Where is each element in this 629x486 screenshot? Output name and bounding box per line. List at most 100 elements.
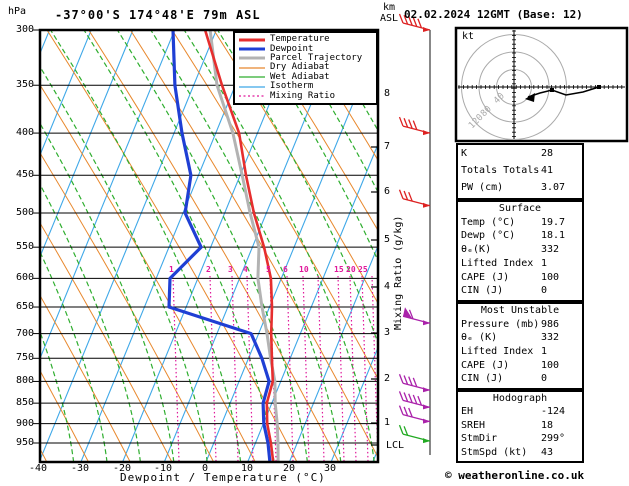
legend-item: Mixing Ratio xyxy=(239,91,373,100)
pressure-tick-label: 400 xyxy=(15,127,34,138)
stats-row-value: 28 xyxy=(541,148,554,159)
mixing-ratio-value-label: 6 xyxy=(283,265,288,274)
stats-row-label: CIN (J) xyxy=(461,285,504,297)
km-tick-label: 3 xyxy=(384,327,391,338)
legend-swatch xyxy=(239,86,265,88)
pressure-tick-label: 300 xyxy=(15,24,34,35)
pressure-tick-label: 650 xyxy=(15,301,34,312)
stats-row-value: 100 xyxy=(541,359,560,371)
stats-row-value: 19.7 xyxy=(541,216,566,228)
dry-adiabat-line xyxy=(41,85,256,461)
temp-tick-label: -10 xyxy=(153,463,173,474)
stats-row-value: 18 xyxy=(541,419,554,431)
mixing-ratio-value-label: 5 xyxy=(266,265,271,274)
wind-barb xyxy=(402,307,431,326)
mixing-ratio-value-label: 15 xyxy=(334,265,344,274)
legend-box: Temperature Dewpoint Parcel Trajectory Dry … xyxy=(233,31,378,105)
stats-box-hodograph: Hodograph EH -124 SREH 18 StmDir 299° StmSpd (k… xyxy=(456,390,584,463)
mixing-ratio-axis-label: Mixing Ratio (g/kg) xyxy=(393,215,404,330)
stats-row-label: StmDir xyxy=(461,433,498,445)
stats-row: CAPE (J) 100 xyxy=(461,271,579,285)
stats-row-label: PW (cm) xyxy=(461,182,504,193)
stats-row-label: θₑ (K) xyxy=(461,332,498,344)
legend-swatch xyxy=(239,56,265,60)
stats-row-label: Pressure (mb) xyxy=(461,318,540,330)
station-title: -37°00'S 174°48'E 79m ASL xyxy=(55,8,261,22)
mixing-ratio-value-label: 1 xyxy=(169,265,174,274)
wind-barb xyxy=(398,189,431,208)
stats-row-value: 0 xyxy=(541,373,548,385)
mixing-ratio-line xyxy=(317,275,325,461)
stats-row-value: 43 xyxy=(541,446,554,458)
legend-swatch xyxy=(239,38,265,42)
wind-barb xyxy=(398,424,431,444)
stats-row-label: Lifted Index xyxy=(461,257,534,269)
legend-item: Temperature xyxy=(239,35,373,44)
legend-label: Mixing Ratio xyxy=(270,90,336,101)
stats-row-value: 1 xyxy=(541,346,548,358)
pressure-tick-label: 850 xyxy=(15,397,34,408)
stats-row-label: Dewp (°C) xyxy=(461,230,516,242)
temp-tick-label: 0 xyxy=(201,463,209,474)
stats-box-surface: Surface Temp (°C) 19.7 Dewp (°C) 18.1 θₑ(K) 33… xyxy=(456,200,584,302)
temp-tick-label: -30 xyxy=(70,463,90,474)
stats-row-label: Totals Totals xyxy=(461,165,540,176)
stats-row: K 28 xyxy=(461,145,579,162)
stats-row-label: CAPE (J) xyxy=(461,271,510,283)
datetime-label: 02.02.2024 12GMT (Base: 12) xyxy=(404,8,583,21)
km-tick-label: 4 xyxy=(384,281,391,292)
stats-group-header: Hodograph xyxy=(492,393,548,404)
stats-row-value: 299° xyxy=(541,433,566,445)
hodograph-unit-label: kt xyxy=(462,31,475,42)
wet-adiabat-line xyxy=(50,31,242,461)
temp-tick-label: -40 xyxy=(28,463,48,474)
km-tick-label: 1 xyxy=(384,417,391,428)
km-tick-label: 2 xyxy=(384,373,391,384)
mixing-ratio-line xyxy=(302,275,310,461)
mixing-ratio-line xyxy=(286,275,294,461)
stats-group-header: Most Unstable xyxy=(480,305,560,316)
pressure-tick-label: 750 xyxy=(15,352,34,363)
wind-barb xyxy=(398,391,431,410)
mixing-ratio-value-label: 20 xyxy=(346,265,356,274)
stats-row-label: SREH xyxy=(461,419,486,431)
stats-row-label: StmSpd (kt) xyxy=(461,446,528,458)
stats-row: CIN (J) 0 xyxy=(461,372,579,386)
mixing-ratio-value-label: 2 xyxy=(206,265,211,274)
stats-row: Lifted Index 1 xyxy=(461,257,579,271)
stats-row-value: 18.1 xyxy=(541,230,566,242)
km-tick-label: 6 xyxy=(384,186,391,197)
stats-row-label: CIN (J) xyxy=(461,373,504,385)
mixing-ratio-value-label: 4 xyxy=(243,265,248,274)
wind-barb xyxy=(398,374,431,393)
stats-row-label: Lifted Index xyxy=(461,346,534,358)
pressure-tick-label: 450 xyxy=(15,169,34,180)
pressure-tick-label: 600 xyxy=(15,272,34,283)
stats-row-value: 100 xyxy=(541,271,560,283)
stats-row-value: 1 xyxy=(541,257,548,269)
stats-row: EH -124 xyxy=(461,405,579,418)
stats-row: θₑ (K) 332 xyxy=(461,331,579,345)
km-tick-label: 8 xyxy=(384,88,391,99)
stats-row-label: EH xyxy=(461,406,474,418)
temp-tick-label: 30 xyxy=(323,463,337,474)
copyright-footer: © weatheronline.co.uk xyxy=(445,469,585,482)
lcl-label: LCL xyxy=(386,440,405,451)
mixing-ratio-value-label: 25 xyxy=(358,265,368,274)
stats-box-most-unstable: Most Unstable Pressure (mb) 986 θₑ (K) 332 Li… xyxy=(456,302,584,390)
legend-label: Dry Adiabat xyxy=(270,62,330,73)
pressure-tick-label: 900 xyxy=(15,418,34,429)
stats-row: θₑ(K) 332 xyxy=(461,243,579,257)
wind-barb xyxy=(398,116,431,136)
pressure-tick-label: 350 xyxy=(15,79,34,90)
stats-row: Lifted Index 1 xyxy=(461,345,579,359)
pressure-tick-label: 700 xyxy=(15,328,34,339)
temp-tick-label: 10 xyxy=(240,463,254,474)
km-tick-label: 7 xyxy=(384,141,391,152)
stats-row-value: 986 xyxy=(541,318,560,330)
legend-swatch xyxy=(239,76,265,78)
legend-item: Isotherm xyxy=(239,82,373,91)
mixing-ratio-value-label: 3 xyxy=(228,265,233,274)
dry-adiabat-line xyxy=(0,30,5,462)
stats-row: CAPE (J) 100 xyxy=(461,359,579,373)
